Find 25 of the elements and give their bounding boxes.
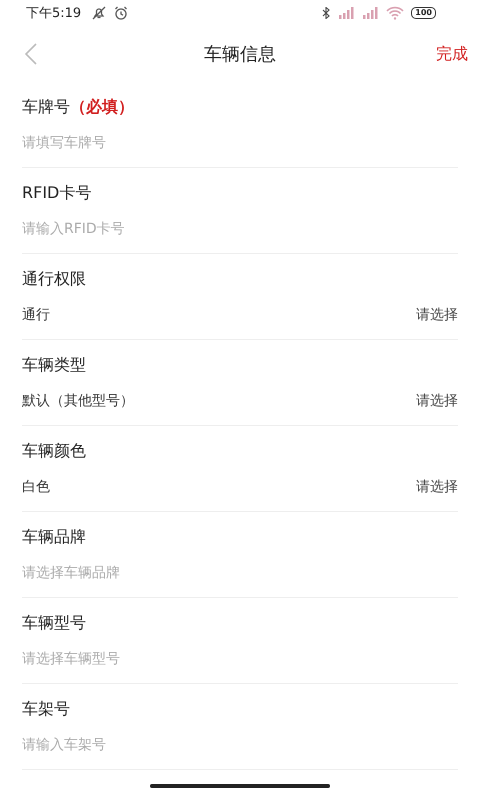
field-label: 通行权限 — [22, 268, 86, 290]
bell-off-icon — [91, 5, 108, 21]
alarm-clock-icon — [113, 5, 130, 21]
wifi-icon — [385, 6, 406, 20]
done-button[interactable]: 完成 — [436, 44, 468, 64]
bluetooth-icon — [321, 7, 332, 19]
page-title: 车辆信息 — [204, 43, 276, 66]
field-label: 车辆品牌 — [22, 526, 86, 548]
select-link[interactable]: 请选择 — [416, 392, 458, 410]
field-label: 车辆类型 — [22, 354, 86, 376]
field-value: 通行 — [22, 306, 50, 324]
clock-time: 下午5:19 — [26, 5, 82, 22]
field-value: 默认（其他型号） — [22, 392, 134, 410]
select-link[interactable]: 请选择 — [416, 478, 458, 496]
field-label: 车辆颜色 — [22, 440, 86, 462]
field-label: 车牌号 — [22, 96, 70, 118]
required-note: （必填） — [70, 96, 134, 118]
select-link[interactable]: 请选择 — [416, 306, 458, 324]
field-label: RFID卡号 — [22, 182, 92, 204]
signal-icon — [337, 7, 356, 19]
field-label: 车架号 — [22, 698, 70, 720]
field-label: 车辆型号 — [22, 612, 86, 634]
signal-icon — [361, 7, 380, 19]
field-value: 白色 — [22, 478, 50, 496]
battery-level: 100 — [411, 7, 436, 19]
